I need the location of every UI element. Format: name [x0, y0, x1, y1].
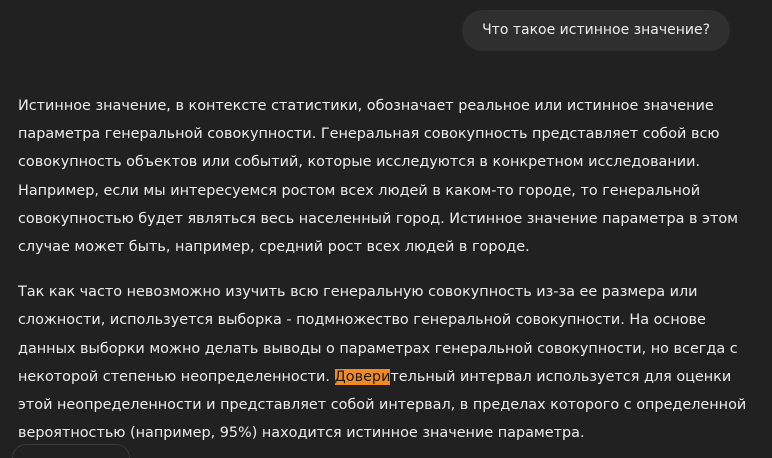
assistant-response: Истинное значение, в контексте статистик…: [18, 92, 763, 447]
bottom-control-pill[interactable]: [12, 444, 130, 458]
response-paragraph-2: Так как часто невозможно изучить всю ген…: [18, 278, 763, 447]
response-paragraph-1: Истинное значение, в контексте статистик…: [18, 98, 738, 256]
user-message-text: Что такое истинное значение?: [482, 22, 710, 38]
selected-text-highlight[interactable]: Довери: [334, 368, 391, 385]
user-message-bubble: Что такое истинное значение?: [462, 10, 730, 51]
chat-view: Что такое истинное значение? Истинное зн…: [0, 0, 772, 458]
